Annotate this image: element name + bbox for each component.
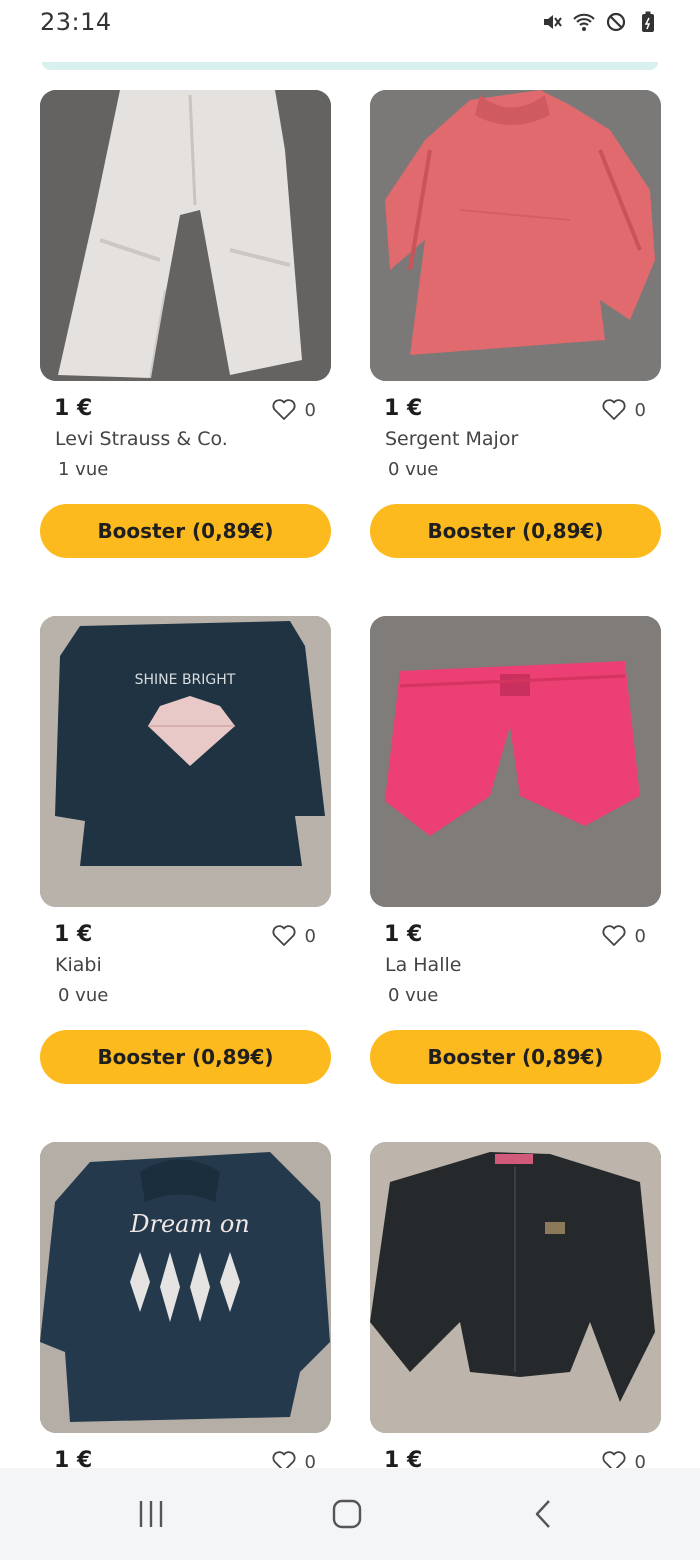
do-not-disturb-icon <box>604 10 628 34</box>
top-divider <box>42 62 658 70</box>
price-row: 1 € 0 <box>384 1448 646 1468</box>
favorite-button[interactable]: 0 <box>601 924 646 948</box>
favorite-count: 0 <box>304 925 316 947</box>
recent-apps-icon[interactable] <box>134 1498 168 1530</box>
views-label: 0 vue <box>388 459 439 480</box>
price: 1 € <box>54 1448 93 1468</box>
brand-label: Levi Strauss & Co. <box>55 428 228 450</box>
price-row: 1 € 0 <box>384 396 646 426</box>
favorite-count: 0 <box>304 399 316 421</box>
boost-button[interactable]: Booster (0,89€) <box>40 1030 331 1084</box>
recent-apps-button[interactable] <box>131 1496 171 1532</box>
views-label: 0 vue <box>58 985 109 1006</box>
favorite-button[interactable]: 0 <box>271 398 316 422</box>
listing-photo[interactable]: SHINE BRIGHT <box>40 616 331 907</box>
heart-icon[interactable] <box>601 924 627 948</box>
back-icon[interactable] <box>527 1498 561 1530</box>
boost-button[interactable]: Booster (0,89€) <box>370 1030 661 1084</box>
favorite-count: 0 <box>634 925 646 947</box>
listing-card[interactable]: 1 € 0 <box>370 1142 661 1468</box>
shirt-print-text: SHINE BRIGHT <box>135 672 236 688</box>
price-row: 1 € 0 <box>384 922 646 952</box>
price-row: 1 € 0 <box>54 922 316 952</box>
back-button[interactable] <box>524 1496 564 1532</box>
price: 1 € <box>54 396 93 421</box>
listing-photo[interactable] <box>370 616 661 907</box>
status-bar: 23:14 <box>0 0 700 56</box>
boost-button[interactable]: Booster (0,89€) <box>370 504 661 558</box>
listing-feed[interactable]: 1 € 0 Levi Strauss & Co. 1 vue Booster (… <box>0 90 700 1468</box>
price: 1 € <box>384 1448 423 1468</box>
price-row: 1 € 0 <box>54 1448 316 1468</box>
views-label: 0 vue <box>388 985 439 1006</box>
favorite-count: 0 <box>634 399 646 421</box>
status-icons <box>540 10 660 34</box>
listing-card[interactable]: SHINE BRIGHT 1 € 0 Kiabi 0 vue Booster (… <box>40 616 331 1084</box>
views-label: 1 vue <box>58 459 109 480</box>
brand-label: Sergent Major <box>385 428 519 450</box>
heart-icon[interactable] <box>271 924 297 948</box>
favorite-button[interactable]: 0 <box>601 398 646 422</box>
favorite-button[interactable]: 0 <box>601 1450 646 1468</box>
price: 1 € <box>384 396 423 421</box>
listing-card[interactable]: 1 € 0 La Halle 0 vue Booster (0,89€) <box>370 616 661 1084</box>
favorite-count: 0 <box>634 1451 646 1469</box>
hoodie-print-text: Dream on <box>129 1210 250 1238</box>
price: 1 € <box>384 922 423 947</box>
heart-icon[interactable] <box>271 1450 297 1468</box>
heart-icon[interactable] <box>601 398 627 422</box>
listing-photo[interactable] <box>40 90 331 381</box>
price: 1 € <box>54 922 93 947</box>
battery-icon <box>636 10 660 34</box>
listing-photo[interactable]: Dream on <box>40 1142 331 1433</box>
listing-photo[interactable] <box>370 1142 661 1433</box>
favorite-button[interactable]: 0 <box>271 924 316 948</box>
heart-icon[interactable] <box>271 398 297 422</box>
wifi-icon <box>572 10 596 34</box>
listing-card[interactable]: 1 € 0 Sergent Major 0 vue Booster (0,89€… <box>370 90 661 558</box>
status-time: 23:14 <box>40 8 112 36</box>
listing-photo[interactable] <box>370 90 661 381</box>
mute-icon <box>540 10 564 34</box>
brand-label: Kiabi <box>55 954 102 976</box>
favorite-count: 0 <box>304 1451 316 1469</box>
listing-card[interactable]: 1 € 0 Levi Strauss & Co. 1 vue Booster (… <box>40 90 331 558</box>
boost-button[interactable]: Booster (0,89€) <box>40 504 331 558</box>
brand-label: La Halle <box>385 954 462 976</box>
favorite-button[interactable]: 0 <box>271 1450 316 1468</box>
home-button[interactable] <box>327 1496 367 1532</box>
system-navigation-bar <box>0 1468 700 1560</box>
listing-card[interactable]: Dream on 1 € 0 <box>40 1142 331 1468</box>
home-icon[interactable] <box>330 1498 364 1530</box>
price-row: 1 € 0 <box>54 396 316 426</box>
heart-icon[interactable] <box>601 1450 627 1468</box>
